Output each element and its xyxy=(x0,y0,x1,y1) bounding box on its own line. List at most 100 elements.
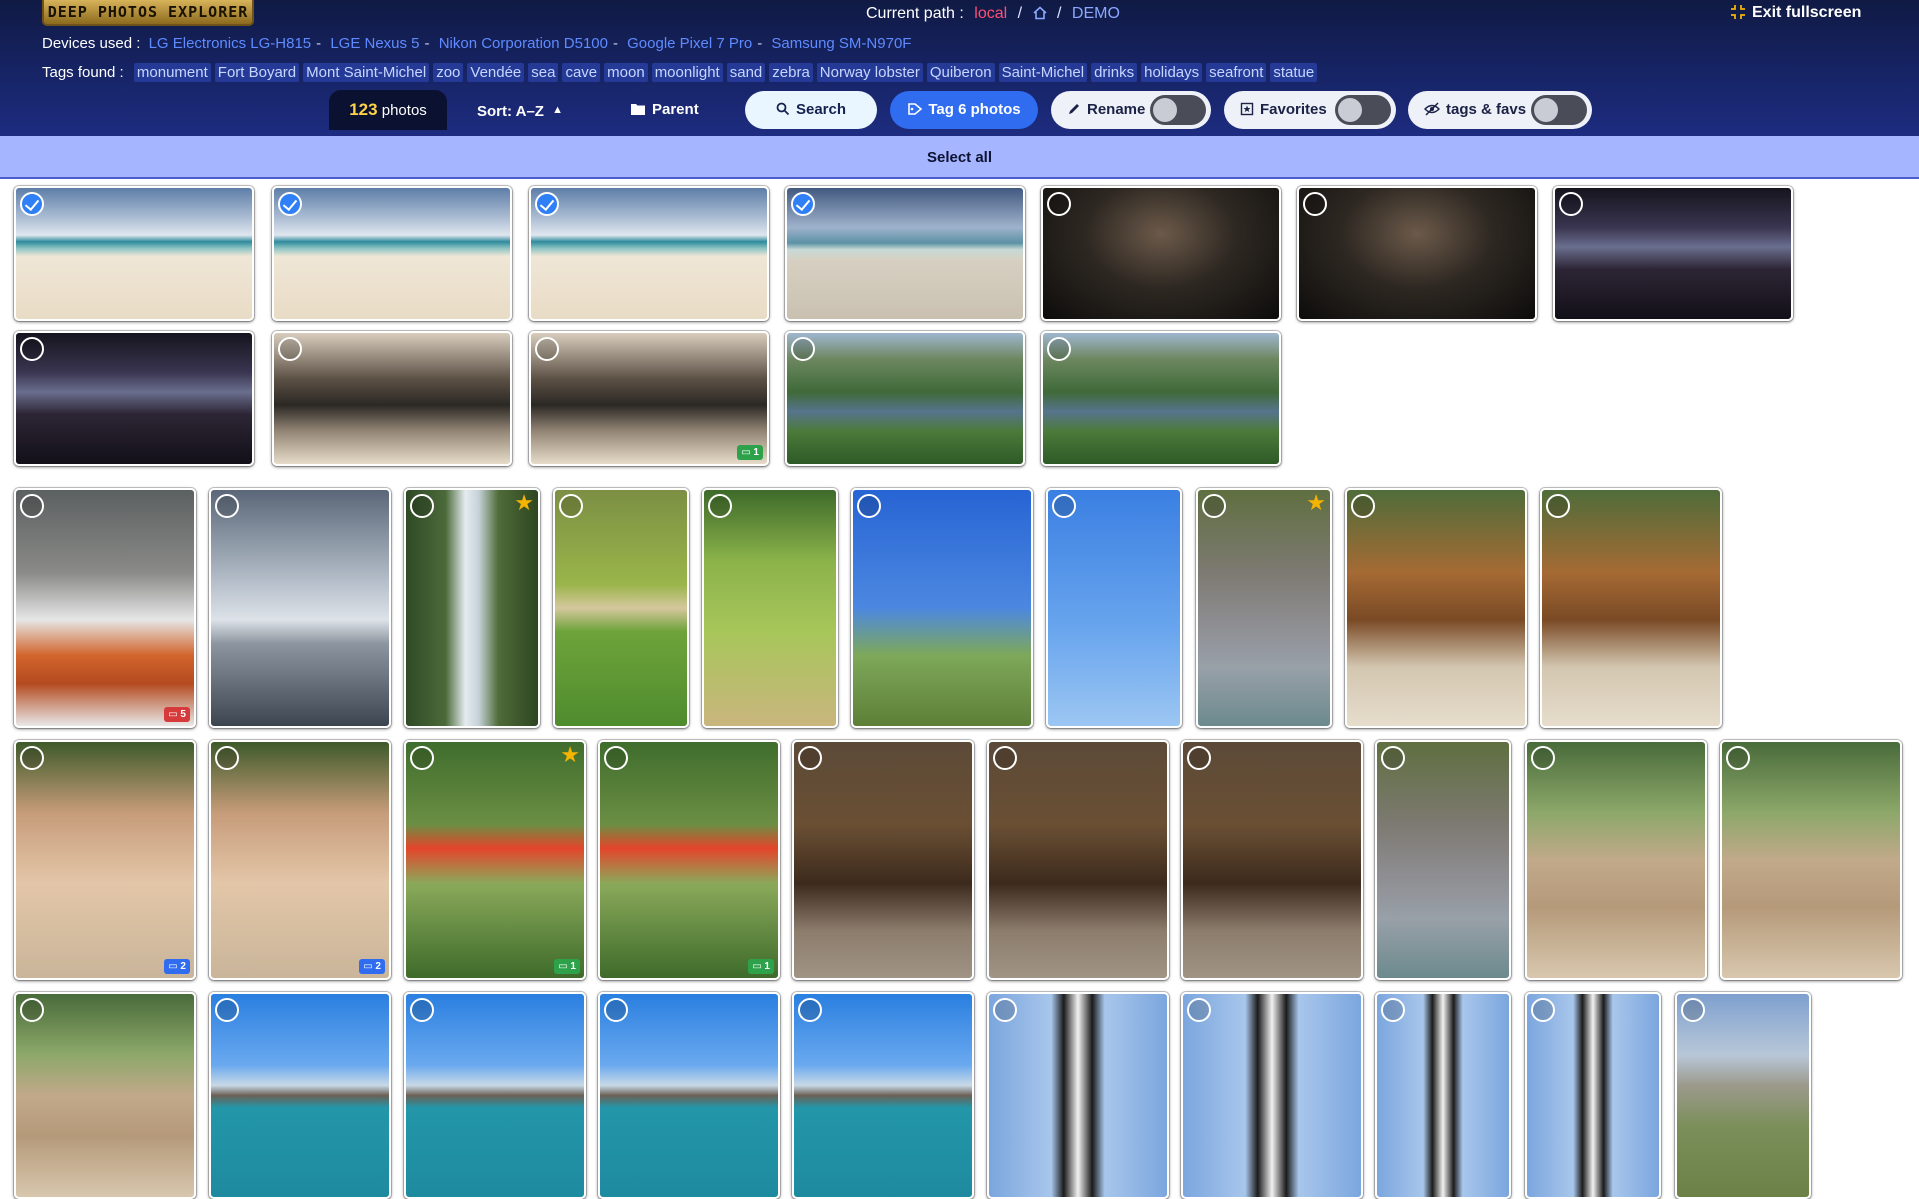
photo-thumbnail[interactable] xyxy=(1675,992,1811,1199)
unchecked-circle-icon[interactable] xyxy=(857,494,881,518)
unchecked-circle-icon[interactable] xyxy=(1202,494,1226,518)
unchecked-circle-icon[interactable] xyxy=(604,746,628,770)
tag-chip[interactable]: Fort Boyard xyxy=(214,63,300,82)
tag-chip[interactable]: monument xyxy=(133,63,211,82)
checked-circle-icon[interactable] xyxy=(20,192,44,216)
photo-thumbnail[interactable] xyxy=(851,488,1033,728)
photo-thumbnail[interactable] xyxy=(1041,331,1281,466)
photo-thumbnail[interactable]: ★ xyxy=(404,488,540,728)
unchecked-circle-icon[interactable] xyxy=(1303,192,1327,216)
unchecked-circle-icon[interactable] xyxy=(278,337,302,361)
tags-favs-toggle[interactable]: tags & favs xyxy=(1408,91,1592,129)
unchecked-circle-icon[interactable] xyxy=(1381,998,1405,1022)
photo-thumbnail[interactable] xyxy=(209,488,391,728)
tag-chip[interactable]: cave xyxy=(562,63,601,82)
search-button[interactable]: Search xyxy=(745,91,877,129)
favorite-star-icon[interactable]: ★ xyxy=(560,743,580,767)
photo-thumbnail[interactable] xyxy=(1553,186,1793,321)
unchecked-circle-icon[interactable] xyxy=(215,998,239,1022)
tag-chip[interactable]: Vendée xyxy=(467,63,525,82)
photo-thumbnail[interactable] xyxy=(1375,992,1511,1199)
photo-thumbnail[interactable] xyxy=(14,992,196,1199)
photo-thumbnail[interactable] xyxy=(553,488,689,728)
photo-thumbnail[interactable] xyxy=(1525,740,1707,980)
tag-photos-button[interactable]: Tag 6 photos xyxy=(890,91,1038,129)
photo-thumbnail[interactable] xyxy=(1345,488,1527,728)
photo-thumbnail[interactable]: ▭ 5 xyxy=(14,488,196,728)
tag-chip[interactable]: zebra xyxy=(769,63,813,82)
unchecked-circle-icon[interactable] xyxy=(791,337,815,361)
tags-favs-switch[interactable] xyxy=(1531,95,1587,125)
tag-chip[interactable]: seafront xyxy=(1206,63,1267,82)
photo-thumbnail[interactable] xyxy=(1181,740,1363,980)
unchecked-circle-icon[interactable] xyxy=(410,746,434,770)
select-all-button[interactable]: Select all xyxy=(0,136,1919,179)
unchecked-circle-icon[interactable] xyxy=(410,998,434,1022)
unchecked-circle-icon[interactable] xyxy=(708,494,732,518)
favorites-toggle[interactable]: Favorites xyxy=(1224,91,1396,129)
device-link[interactable]: Google Pixel 7 Pro xyxy=(627,35,752,52)
path-folder-link[interactable]: DEMO xyxy=(1072,5,1120,22)
checked-circle-icon[interactable] xyxy=(535,192,559,216)
exit-fullscreen-button[interactable]: Exit fullscreen xyxy=(1730,4,1861,22)
photo-thumbnail[interactable] xyxy=(598,992,780,1199)
favorites-switch[interactable] xyxy=(1335,95,1391,125)
photo-thumbnail[interactable] xyxy=(1720,740,1902,980)
unchecked-circle-icon[interactable] xyxy=(1531,998,1555,1022)
tag-chip[interactable]: holidays xyxy=(1141,63,1203,82)
unchecked-circle-icon[interactable] xyxy=(993,998,1017,1022)
unchecked-circle-icon[interactable] xyxy=(993,746,1017,770)
favorite-star-icon[interactable]: ★ xyxy=(1306,491,1326,515)
photo-thumbnail[interactable] xyxy=(792,740,974,980)
photo-thumbnail[interactable] xyxy=(1540,488,1722,728)
photo-thumbnail[interactable] xyxy=(14,186,254,321)
device-link[interactable]: Samsung SM-N970F xyxy=(771,35,911,52)
photo-thumbnail[interactable] xyxy=(1375,740,1511,980)
unchecked-circle-icon[interactable] xyxy=(410,494,434,518)
unchecked-circle-icon[interactable] xyxy=(1546,494,1570,518)
unchecked-circle-icon[interactable] xyxy=(1052,494,1076,518)
app-logo[interactable]: DEEP PHOTOS EXPLORER xyxy=(42,0,254,26)
photo-thumbnail[interactable]: ▭ 1 xyxy=(529,331,769,466)
device-link[interactable]: Nikon Corporation D5100 xyxy=(439,35,608,52)
photo-thumbnail[interactable] xyxy=(1181,992,1363,1199)
unchecked-circle-icon[interactable] xyxy=(20,746,44,770)
unchecked-circle-icon[interactable] xyxy=(1187,746,1211,770)
photo-thumbnail[interactable] xyxy=(785,331,1025,466)
favorite-star-icon[interactable]: ★ xyxy=(514,491,534,515)
tag-chip[interactable]: Norway lobster xyxy=(816,63,923,82)
sort-button[interactable]: Sort: A–Z ▲ xyxy=(477,90,577,130)
unchecked-circle-icon[interactable] xyxy=(604,998,628,1022)
unchecked-circle-icon[interactable] xyxy=(1681,998,1705,1022)
tag-chip[interactable]: moonlight xyxy=(651,63,723,82)
tag-chip[interactable]: zoo xyxy=(433,63,464,82)
unchecked-circle-icon[interactable] xyxy=(1726,746,1750,770)
unchecked-circle-icon[interactable] xyxy=(20,494,44,518)
photo-thumbnail[interactable] xyxy=(1046,488,1182,728)
photo-thumbnail[interactable]: ▭ 1 xyxy=(598,740,780,980)
rename-switch[interactable] xyxy=(1150,95,1206,125)
photo-thumbnail[interactable] xyxy=(702,488,838,728)
photo-thumbnail[interactable] xyxy=(987,740,1169,980)
unchecked-circle-icon[interactable] xyxy=(559,494,583,518)
unchecked-circle-icon[interactable] xyxy=(1559,192,1583,216)
photo-thumbnail[interactable] xyxy=(792,992,974,1199)
photo-thumbnail[interactable]: ★ ▭ 1 xyxy=(404,740,586,980)
unchecked-circle-icon[interactable] xyxy=(1351,494,1375,518)
checked-circle-icon[interactable] xyxy=(791,192,815,216)
device-link[interactable]: LGE Nexus 5 xyxy=(330,35,419,52)
unchecked-circle-icon[interactable] xyxy=(215,494,239,518)
unchecked-circle-icon[interactable] xyxy=(215,746,239,770)
parent-button[interactable]: Parent xyxy=(630,90,740,130)
tag-chip[interactable]: statue xyxy=(1270,63,1318,82)
photo-thumbnail[interactable] xyxy=(529,186,769,321)
unchecked-circle-icon[interactable] xyxy=(1187,998,1211,1022)
tag-chip[interactable]: sand xyxy=(726,63,766,82)
tag-chip[interactable]: drinks xyxy=(1091,63,1138,82)
photo-thumbnail[interactable] xyxy=(1041,186,1281,321)
tag-chip[interactable]: sea xyxy=(528,63,559,82)
unchecked-circle-icon[interactable] xyxy=(1047,192,1071,216)
unchecked-circle-icon[interactable] xyxy=(20,998,44,1022)
unchecked-circle-icon[interactable] xyxy=(798,998,822,1022)
photo-thumbnail[interactable] xyxy=(209,992,391,1199)
